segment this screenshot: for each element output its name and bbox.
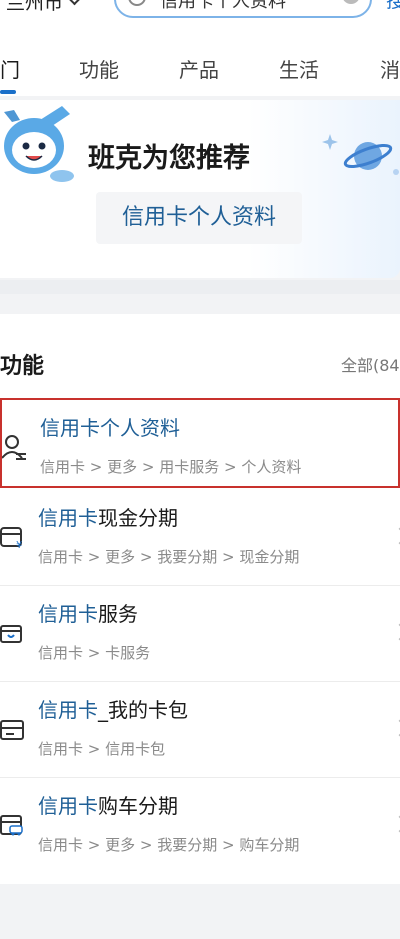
svg-text:¥: ¥ — [16, 540, 22, 551]
chevron-right-icon — [391, 623, 400, 641]
tab-hot[interactable]: 门 — [0, 54, 20, 83]
item-path: 信用卡 > 卡服务 — [38, 644, 151, 662]
item-path: 信用卡 > 更多 > 我要分期 > 现金分期 — [38, 548, 300, 566]
card-service-icon — [0, 625, 22, 643]
city-selector[interactable]: 兰州市 — [6, 0, 83, 15]
car-installment-icon — [0, 815, 23, 836]
user-profile-icon — [2, 435, 26, 460]
item-name: 信用卡服务 — [38, 602, 138, 626]
search-icon — [128, 0, 146, 6]
chevron-down-icon — [66, 0, 83, 6]
chevron-right-icon — [391, 527, 400, 545]
tab-life[interactable]: 生活 — [279, 54, 319, 83]
item-path: 信用卡 > 更多 > 用卡服务 > 个人资料 — [40, 458, 302, 476]
search-button[interactable]: 搜 — [386, 0, 400, 13]
cash-installment-icon: ¥ — [0, 527, 22, 551]
section-divider — [0, 280, 400, 294]
search-value: 信用卡个人资料 — [160, 0, 286, 12]
tab-consumption[interactable]: 消 — [380, 54, 400, 83]
tab-product[interactable]: 产品 — [179, 54, 219, 83]
tab-function[interactable]: 功能 — [79, 54, 119, 83]
recommendation-title: 班克为您推荐 — [88, 143, 250, 174]
item-path: 信用卡 > 信用卡包 — [38, 740, 166, 758]
wallet-icon — [0, 720, 24, 740]
clear-icon[interactable] — [342, 0, 360, 4]
recommendation-chip[interactable]: 信用卡个人资料 — [96, 192, 302, 244]
chevron-right-icon — [391, 815, 400, 833]
view-all-link[interactable]: 全部(84 — [341, 352, 400, 376]
category-tabs: 门 功能 产品 生活 消 — [0, 22, 400, 96]
page-bottom — [0, 884, 400, 939]
active-tab-indicator — [0, 90, 16, 94]
chevron-right-icon — [391, 719, 400, 737]
planet-icon — [322, 134, 399, 175]
item-name: 信用卡现金分期 — [38, 506, 178, 530]
chevron-right-icon — [393, 437, 400, 455]
section-title: 功能 — [0, 354, 45, 379]
item-name: 信用卡购车分期 — [38, 794, 178, 818]
list-item[interactable]: 信用卡购车分期 信用卡 > 更多 > 我要分期 > 购车分期 — [0, 778, 400, 874]
list-item[interactable]: 信用卡个人资料 信用卡 > 更多 > 用卡服务 > 个人资料 — [0, 398, 400, 488]
list-item[interactable]: 信用卡服务 信用卡 > 卡服务 — [0, 586, 400, 682]
list-item[interactable]: ¥ 信用卡现金分期 信用卡 > 更多 > 我要分期 > 现金分期 — [0, 490, 400, 586]
mascot-icon — [4, 106, 74, 182]
item-name: 信用卡_我的卡包 — [38, 698, 188, 722]
item-name: 信用卡个人资料 — [40, 416, 180, 440]
item-path: 信用卡 > 更多 > 我要分期 > 购车分期 — [38, 836, 300, 854]
search-input[interactable]: 信用卡个人资料 — [114, 0, 372, 18]
list-item[interactable]: 信用卡_我的卡包 信用卡 > 信用卡包 — [0, 682, 400, 778]
city-label: 兰州市 — [6, 0, 64, 14]
top-bar: 兰州市 信用卡个人资料 搜 — [0, 0, 400, 22]
